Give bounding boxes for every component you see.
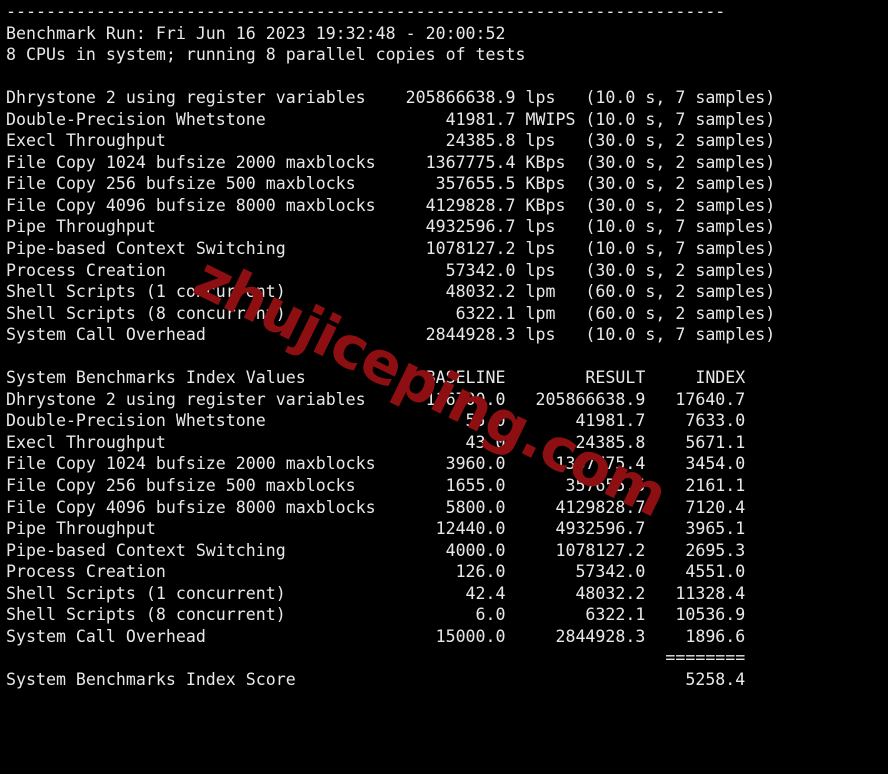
index-table-row: Execl Throughput 43.0 24385.8 5671.1 xyxy=(6,432,746,452)
index-score-line: System Benchmarks Index Score 5258.4 xyxy=(6,669,746,689)
index-table-row: Pipe-based Context Switching 4000.0 1078… xyxy=(6,540,746,560)
raw-result-row: File Copy 256 bufsize 500 maxblocks 3576… xyxy=(6,174,776,194)
index-table-row: Shell Scripts (1 concurrent) 42.4 48032.… xyxy=(6,583,746,603)
index-table-row: System Call Overhead 15000.0 2844928.3 1… xyxy=(6,626,746,646)
raw-result-row: Pipe-based Context Switching 1078127.2 l… xyxy=(6,239,776,259)
raw-result-row: Double-Precision Whetstone 41981.7 MWIPS… xyxy=(6,109,776,129)
index-table-row: File Copy 4096 bufsize 8000 maxblocks 58… xyxy=(6,497,746,517)
raw-result-row: Shell Scripts (1 concurrent) 48032.2 lpm… xyxy=(6,282,776,302)
raw-result-row: System Call Overhead 2844928.3 lps (10.0… xyxy=(6,325,776,345)
raw-result-row: File Copy 4096 bufsize 8000 maxblocks 41… xyxy=(6,195,776,215)
index-table-row: Dhrystone 2 using register variables 116… xyxy=(6,389,746,409)
raw-result-row: Shell Scripts (8 concurrent) 6322.1 lpm … xyxy=(6,303,776,323)
raw-result-row: Pipe Throughput 4932596.7 lps (10.0 s, 7… xyxy=(6,217,776,237)
index-table-row: Double-Precision Whetstone 55.0 41981.7 … xyxy=(6,411,746,431)
index-table-row: File Copy 256 bufsize 500 maxblocks 1655… xyxy=(6,476,746,496)
raw-result-row: Execl Throughput 24385.8 lps (30.0 s, 2 … xyxy=(6,131,776,151)
index-table-row: Process Creation 126.0 57342.0 4551.0 xyxy=(6,562,746,582)
index-table-header: System Benchmarks Index Values BASELINE … xyxy=(6,368,746,388)
score-separator: ======== xyxy=(6,648,746,668)
raw-result-row: File Copy 1024 bufsize 2000 maxblocks 13… xyxy=(6,152,776,172)
raw-result-row: Process Creation 57342.0 lps (30.0 s, 2 … xyxy=(6,260,776,280)
terminal-output: ----------------------------------------… xyxy=(0,0,888,774)
raw-result-row: Dhrystone 2 using register variables 205… xyxy=(6,88,776,108)
index-table-row: Shell Scripts (8 concurrent) 6.0 6322.1 … xyxy=(6,605,746,625)
index-table-row: File Copy 1024 bufsize 2000 maxblocks 39… xyxy=(6,454,746,474)
index-table-row: Pipe Throughput 12440.0 4932596.7 3965.1 xyxy=(6,519,746,539)
top-rule: ----------------------------------------… xyxy=(6,2,726,21)
cpu-count-line: 8 CPUs in system; running 8 parallel cop… xyxy=(6,45,526,65)
benchmark-run-line: Benchmark Run: Fri Jun 16 2023 19:32:48 … xyxy=(6,23,506,43)
